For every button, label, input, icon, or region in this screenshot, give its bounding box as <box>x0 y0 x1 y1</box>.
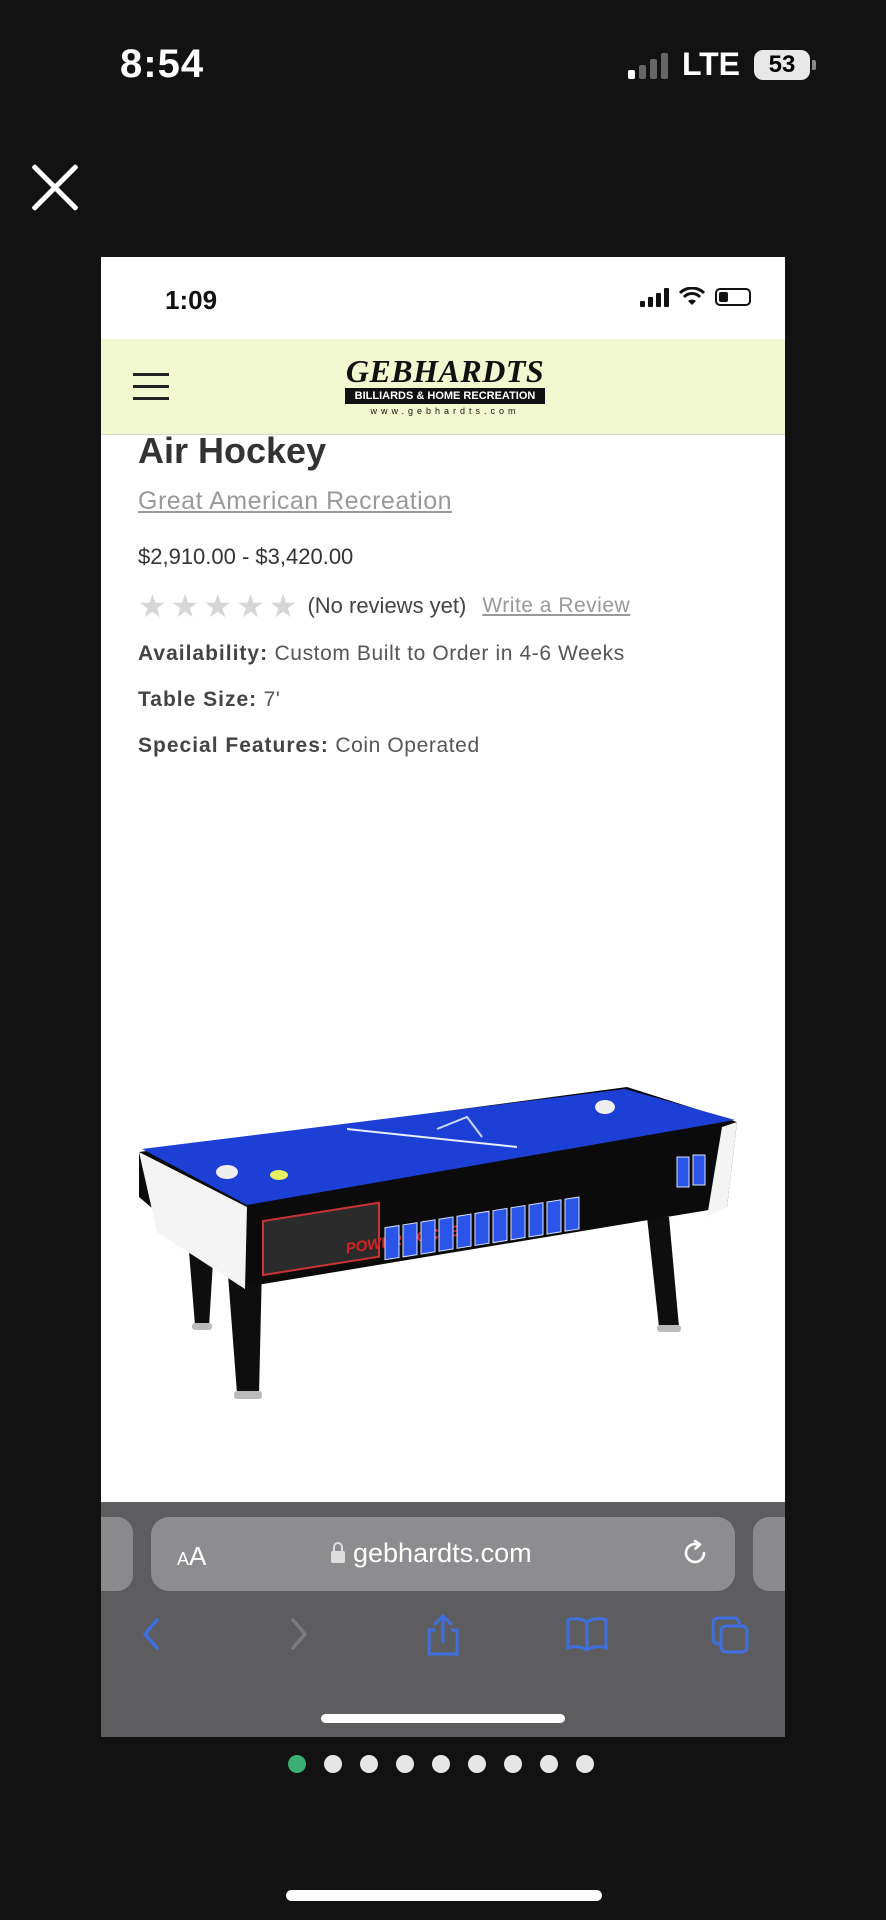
page-dot[interactable] <box>504 1755 522 1773</box>
logo-tagline: BILLIARDS & HOME RECREATION <box>345 388 545 404</box>
star-icon: ★ <box>138 588 167 624</box>
product-price: $2,910.00 - $3,420.00 <box>138 544 354 569</box>
product-image[interactable]: POWER HOCKEY <box>137 1077 743 1417</box>
logo-wordmark: GEBHARDTS <box>345 353 545 389</box>
url-text: gebhardts.com <box>353 1538 532 1568</box>
spec-list: Availability: Custom Built to Order in 4… <box>138 642 758 758</box>
product-title: Air Hockey <box>138 430 327 471</box>
star-icon: ★ <box>268 588 298 624</box>
battery-icon <box>715 288 751 306</box>
write-review-link[interactable]: Write a Review <box>482 594 630 618</box>
back-icon[interactable] <box>137 1614 167 1654</box>
logo-url: www.gebhardts.com <box>370 406 520 416</box>
page-dot[interactable] <box>324 1755 342 1773</box>
inner-time: 1:09 <box>165 285 218 315</box>
navigation-toolbar <box>101 1606 785 1666</box>
site-header: GEBHARDTS BILLIARDS & HOME RECREATION ww… <box>101 339 785 435</box>
gallery-pagination <box>288 1755 594 1773</box>
star-icon: ★ <box>170 588 200 624</box>
battery-level: 53 <box>754 49 810 80</box>
star-icon: ★ <box>236 588 265 624</box>
page-dot[interactable] <box>468 1755 486 1773</box>
tabs-icon[interactable] <box>709 1614 751 1656</box>
phone-status-bar: 8:54 LTE 53 <box>0 0 886 130</box>
inner-home-indicator <box>321 1714 565 1723</box>
spec-table-size: Table Size: 7' <box>138 688 281 711</box>
address-bar[interactable]: AA gebhardts.com <box>151 1517 735 1591</box>
forward-icon[interactable] <box>283 1614 313 1654</box>
page-dot[interactable] <box>540 1755 558 1773</box>
reviews-count: (No reviews yet) <box>307 593 467 618</box>
previous-tab-pill[interactable] <box>101 1517 133 1591</box>
reload-icon[interactable] <box>679 1537 711 1569</box>
page-dot[interactable] <box>360 1755 378 1773</box>
product-details: Air Hockey Great American Recreation $2,… <box>138 429 758 758</box>
inner-status-icons <box>640 287 751 307</box>
screenshot-viewer: 1:09 GEBHARDTS BILLIARDS & HOME RECREATI… <box>101 257 785 1737</box>
page-dot[interactable] <box>288 1755 306 1773</box>
inner-status-bar: 1:09 <box>101 257 785 339</box>
star-rating: ★ ★ ★ ★ ★ <box>138 588 298 624</box>
site-logo[interactable]: GEBHARDTS BILLIARDS & HOME RECREATION ww… <box>345 355 545 416</box>
spec-special-features: Special Features: Coin Operated <box>138 734 480 757</box>
bookmarks-icon[interactable] <box>565 1614 609 1654</box>
phone-time: 8:54 <box>120 42 205 86</box>
page-dot[interactable] <box>396 1755 414 1773</box>
cellular-signal-icon <box>627 51 668 79</box>
close-button[interactable] <box>28 160 82 214</box>
network-type: LTE <box>681 46 740 82</box>
browser-toolbar: AA gebhardts.com <box>101 1502 785 1737</box>
next-tab-pill[interactable] <box>753 1517 785 1591</box>
wifi-icon <box>679 287 705 305</box>
lock-icon <box>331 1541 345 1563</box>
battery-icon: 53 <box>754 49 816 80</box>
phone-status-icons: LTE 53 <box>627 46 816 83</box>
cellular-signal-icon <box>640 287 669 307</box>
share-icon[interactable] <box>423 1614 463 1658</box>
menu-icon[interactable] <box>133 373 169 401</box>
page-dot[interactable] <box>432 1755 450 1773</box>
spec-availability: Availability: Custom Built to Order in 4… <box>138 642 625 665</box>
rating-row: ★ ★ ★ ★ ★ (No reviews yet) Write a Revie… <box>138 588 758 624</box>
home-indicator <box>286 1890 602 1901</box>
star-icon: ★ <box>203 588 233 624</box>
page-dot[interactable] <box>576 1755 594 1773</box>
brand-link[interactable]: Great American Recreation <box>138 487 452 516</box>
reader-settings-button[interactable]: AA <box>177 1541 206 1572</box>
url-display: gebhardts.com <box>331 1538 532 1569</box>
